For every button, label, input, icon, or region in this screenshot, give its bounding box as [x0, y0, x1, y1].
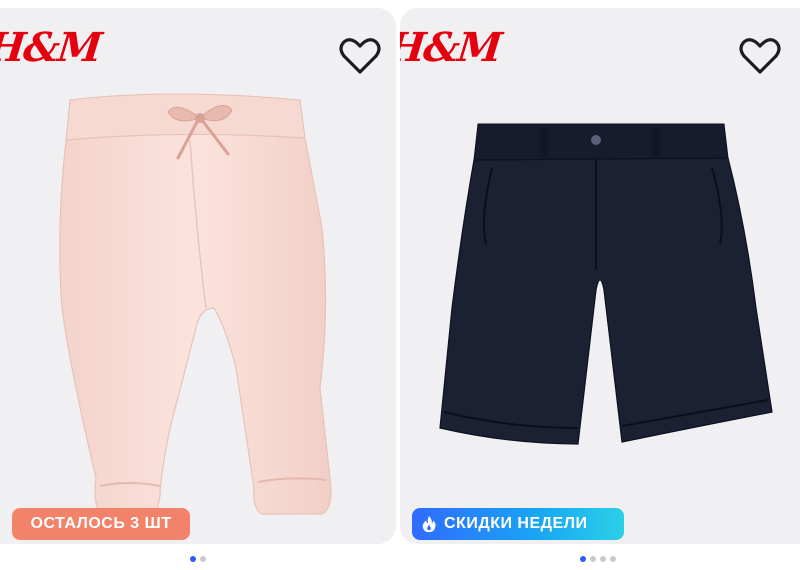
stock-badge-label: ОСТАЛОСЬ 3 ШТ	[30, 515, 172, 532]
hm-logo: H&M	[400, 23, 503, 71]
image-carousel-dots[interactable]	[580, 556, 616, 562]
heart-outline-icon	[739, 38, 781, 74]
product-photo[interactable]: H&M ОСТАЛОСЬ 3 ШТ	[0, 8, 396, 544]
sale-badge: СКИДКИ НЕДЕЛИ	[412, 508, 624, 540]
carousel-dot[interactable]	[200, 556, 206, 562]
carousel-dot-active[interactable]	[580, 556, 586, 562]
favorite-button[interactable]	[738, 36, 782, 76]
carousel-dot-active[interactable]	[190, 556, 196, 562]
product-card[interactable]: H&M СКИДКИ НЕДЕЛИ	[400, 8, 800, 570]
fire-icon	[422, 515, 436, 533]
heart-outline-icon	[339, 38, 381, 74]
favorite-button[interactable]	[338, 36, 382, 76]
carousel-dot[interactable]	[600, 556, 606, 562]
stock-badge: ОСТАЛОСЬ 3 ШТ	[12, 508, 190, 540]
image-carousel-dots[interactable]	[190, 556, 206, 562]
product-grid: H&M ОСТАЛОСЬ 3 ШТ H&M СКИДКИ НЕДЕЛИ	[0, 0, 800, 570]
navy-shorts-image	[439, 123, 773, 445]
hm-logo: H&M	[0, 23, 103, 71]
product-photo[interactable]: H&M СКИДКИ НЕДЕЛИ	[400, 8, 800, 544]
carousel-dot[interactable]	[610, 556, 616, 562]
pink-baby-pants-image	[59, 93, 332, 517]
carousel-dot[interactable]	[590, 556, 596, 562]
sale-badge-label: СКИДКИ НЕДЕЛИ	[444, 515, 588, 532]
product-card[interactable]: H&M ОСТАЛОСЬ 3 ШТ	[0, 8, 396, 570]
